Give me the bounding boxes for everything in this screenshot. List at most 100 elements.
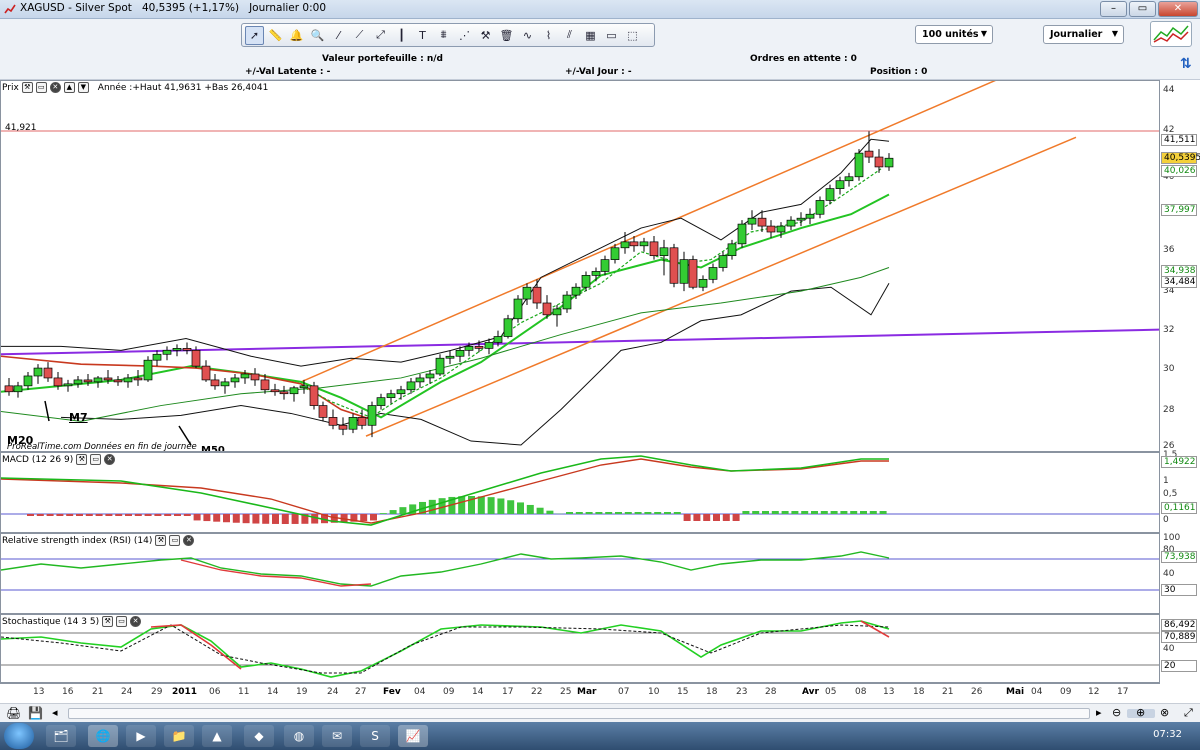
window-icon[interactable]: ▭ [90,454,102,465]
candle-body [513,298,523,320]
zoom-out-icon[interactable]: ⊖ [1112,706,1121,719]
price-axis: 44 42 40 38 36 34 32 30 28 26 41,511 40,… [1160,80,1200,452]
mail-icon[interactable]: ✉ [322,725,352,747]
app-icon[interactable]: ◆ [244,725,274,747]
text-icon[interactable]: T [413,26,432,45]
prorealtime-icon[interactable]: 📈 [398,725,428,747]
close-button[interactable]: ✕ [1158,1,1198,17]
close-panel-icon[interactable]: ✕ [183,535,195,546]
price-panel-header: Prix ⚒ ▭ ✕ ▲ ▼ Année :+Haut 41,9631 +Bas… [2,82,272,93]
wrench-icon[interactable]: ⚒ [21,82,33,93]
firefox-icon[interactable]: 🌐 [88,725,118,747]
close-panel-icon[interactable]: ✕ [49,82,61,93]
fibonacci-icon[interactable]: ⩩ [434,26,453,45]
start-icon[interactable] [4,723,34,749]
save-icon[interactable]: 💾 [28,706,43,720]
vlc-icon[interactable]: ▲ [202,725,232,747]
timeframe-select[interactable]: Journalier ▼ [1043,25,1124,44]
wave-icon[interactable]: ∿ [518,26,537,45]
date-tick: 08 [855,687,867,697]
print-icon[interactable]: 🖨 [6,706,21,720]
candle-body [679,259,689,284]
indicators-icon[interactable] [1150,21,1192,47]
settings-icon[interactable]: ⤢ [1184,706,1193,720]
scroll-left-icon[interactable]: ◂ [52,706,58,719]
chart-type-icon[interactable]: ⌇ [539,26,558,45]
explorer-icon[interactable]: 🗂 [46,725,76,747]
window-icon[interactable]: ▭ [169,535,181,546]
candle-body [591,271,601,276]
trash-icon[interactable]: 🗑 [497,26,516,45]
ruler-icon[interactable]: 📏 [266,26,285,45]
pointer-icon[interactable]: ➚ [245,25,264,45]
alert-bell-icon[interactable]: 🔔 [287,26,306,45]
macd-histogram-bar [850,511,858,514]
scroll-track[interactable] [68,708,1155,719]
zoom-fit-icon[interactable]: ⊗ [1160,706,1169,719]
date-tick: 14 [472,687,484,697]
scroll-right-icon[interactable]: ▸ [1096,706,1102,719]
portfolio-bar: Valeur portefeuille : n/d Ordres en atte… [0,50,1200,80]
candle-body [172,348,182,351]
segment-icon[interactable]: ⁄ [329,26,348,45]
macd-histogram-bar [507,500,515,514]
close-panel-icon[interactable]: ✕ [104,454,116,465]
date-tick: 29 [151,687,163,697]
rsi-panel-header: Relative strength index (RSI) (14) ⚒ ▭ ✕ [2,535,198,546]
date-tick: Mai [1006,687,1025,697]
date-tick: 05 [825,687,837,697]
macd-histogram-bar [879,511,887,514]
ray-icon[interactable]: ⤢ [371,26,390,45]
fan-icon[interactable]: ⋰ [455,26,474,45]
macd-histogram-bar [664,512,671,514]
units-value: 100 unités [922,29,979,40]
minimize-button[interactable]: – [1100,1,1127,17]
zoom-in-icon[interactable]: ⊕ [1136,706,1145,719]
candle-body [220,381,230,387]
candle-body [474,346,484,349]
line-icon[interactable]: ⟋ [350,26,369,45]
level-label: 41,921 [5,123,37,133]
date-tick: 10 [648,687,660,697]
globe-icon[interactable]: ◍ [284,725,314,747]
select-area-icon[interactable]: ⬚ [623,26,642,45]
bollinger-badge: 34,484 [1161,276,1197,288]
macd-histogram-bar [644,512,652,514]
folder-icon[interactable]: 📁 [164,725,194,747]
wrench-icon[interactable]: ⚒ [102,616,114,627]
candle-body [4,385,14,393]
candle-body [757,217,767,227]
refresh-icon[interactable]: ⇅ [1180,56,1192,72]
window-icon[interactable]: ▭ [116,616,128,627]
date-tick: 22 [531,687,543,697]
maximize-button[interactable]: ▭ [1129,1,1156,17]
macd-histogram-bar [458,496,466,514]
date-tick: 04 [414,687,426,697]
grid-icon[interactable]: ▦ [581,26,600,45]
stoch-k-down-end [860,620,890,638]
macd-hist-badge: 0,1161 [1161,502,1197,514]
window-icon[interactable]: ▭ [35,82,47,93]
wrench-icon[interactable]: ⚒ [155,535,167,546]
chart-scrollbar[interactable]: 🖨 💾 ◂ ▸ ⊖ ⊕ ⊗ ⤢ [0,703,1200,722]
macd-histogram-bar [272,514,279,524]
year-info: Année :+Haut 41,9631 +Bas 26,4041 [97,82,269,93]
macd-histogram-bar [713,514,720,521]
stoch-chart [1,620,1159,678]
rectangle-icon[interactable]: ▭ [602,26,621,45]
wrench-icon[interactable]: ⚒ [76,454,88,465]
media-icon[interactable]: ▶ [126,725,156,747]
close-panel-icon[interactable]: ✕ [130,616,142,627]
arrow-down-icon[interactable]: ▼ [77,82,89,93]
zoom-icon[interactable]: 🔍 [308,26,327,45]
date-tick: Fev [383,687,401,697]
channel-icon[interactable]: ⫽ [560,26,579,45]
vertical-line-icon[interactable]: ┃ [392,26,411,45]
arrow-up-icon[interactable]: ▲ [63,82,75,93]
price-title: Prix [2,82,19,93]
tools-icon[interactable]: ⚒ [476,26,495,45]
candle-body [484,342,494,349]
skype-icon[interactable]: S [360,725,390,747]
candle-body [182,348,192,351]
units-select[interactable]: 100 unités ▼ [915,25,993,44]
